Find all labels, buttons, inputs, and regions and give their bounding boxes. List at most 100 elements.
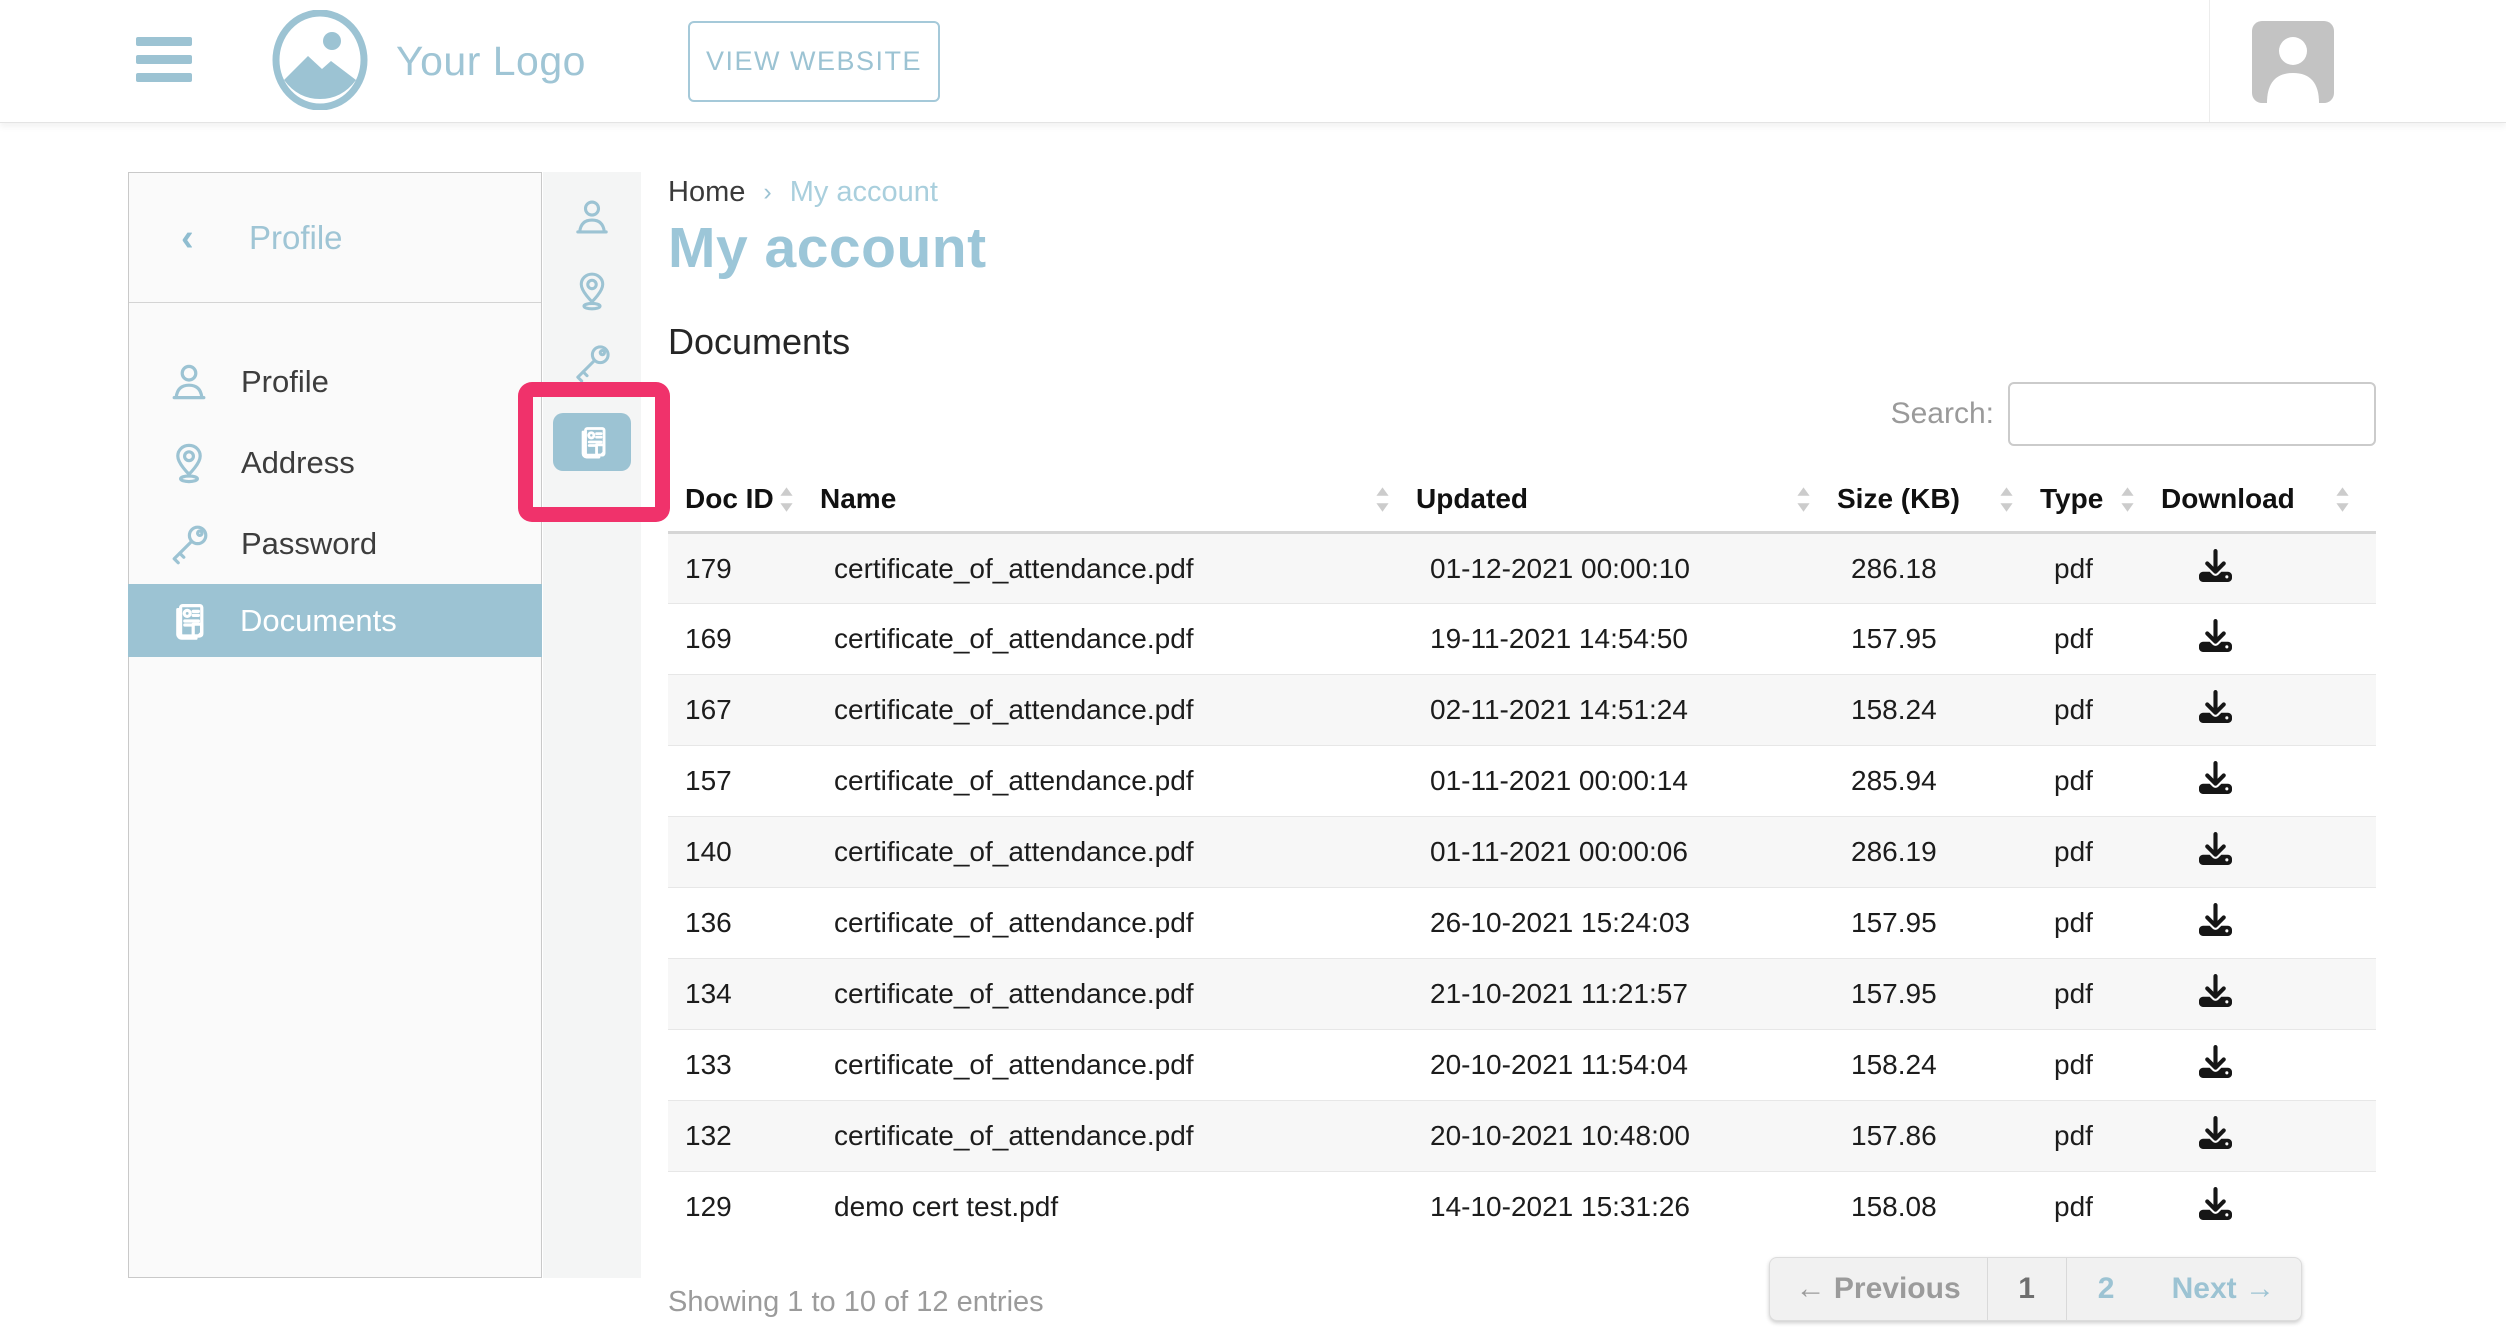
sort-icon[interactable] <box>779 487 794 512</box>
doc-size-cell: 157.95 <box>1837 959 2040 1030</box>
documents-table: Doc ID Name Updated <box>668 471 2376 1243</box>
person-icon[interactable] <box>569 194 615 240</box>
table-row[interactable]: 133 certificate_of_attendance.pdf 20-10-… <box>668 1030 2376 1101</box>
pagination-previous-button[interactable]: ← Previous <box>1770 1258 1988 1320</box>
doc-id-cell: 140 <box>668 817 820 888</box>
doc-type-cell: pdf <box>2040 1172 2161 1243</box>
download-icon[interactable] <box>2199 1045 2232 1078</box>
download-icon[interactable] <box>2199 690 2232 723</box>
table-body: 179 certificate_of_attendance.pdf 01-12-… <box>668 533 2376 1243</box>
column-header-name[interactable]: Name <box>820 471 1416 533</box>
hamburger-menu-icon[interactable] <box>136 37 192 87</box>
sidebar-item-password[interactable]: Password <box>129 503 541 584</box>
doc-name-cell: certificate_of_attendance.pdf <box>820 888 1416 959</box>
doc-download-cell <box>2161 1030 2376 1101</box>
location-icon <box>165 439 213 487</box>
download-icon[interactable] <box>2199 761 2232 794</box>
sidebar-item-documents[interactable]: Documents <box>128 584 542 657</box>
sidebar-item-profile[interactable]: Profile <box>129 341 541 422</box>
key-icon[interactable] <box>569 340 615 386</box>
sidebar-items: Profile Address Password <box>129 303 541 657</box>
pagination-page-button[interactable]: 1 <box>1988 1258 2067 1320</box>
documents-rail-icon[interactable] <box>553 413 631 471</box>
doc-name-cell: certificate_of_attendance.pdf <box>820 604 1416 675</box>
sidebar-item-address[interactable]: Address <box>129 422 541 503</box>
table-row[interactable]: 129 demo cert test.pdf 14-10-2021 15:31:… <box>668 1172 2376 1243</box>
table-footer: Showing 1 to 10 of 12 entries ← Previous… <box>668 1257 2376 1321</box>
table-row[interactable]: 167 certificate_of_attendance.pdf 02-11-… <box>668 675 2376 746</box>
sort-icon[interactable] <box>1796 487 1811 512</box>
back-chevron-icon[interactable]: ‹ <box>181 173 194 303</box>
doc-updated-cell: 26-10-2021 15:24:03 <box>1416 888 1837 959</box>
breadcrumb: Home › My account <box>668 176 2376 209</box>
download-icon[interactable] <box>2199 832 2232 865</box>
table-row[interactable]: 169 certificate_of_attendance.pdf 19-11-… <box>668 604 2376 675</box>
showing-entries-text: Showing 1 to 10 of 12 entries <box>668 1286 1044 1321</box>
doc-download-cell <box>2161 533 2376 604</box>
search-input[interactable] <box>2008 382 2376 446</box>
doc-download-cell <box>2161 888 2376 959</box>
doc-name-cell: certificate_of_attendance.pdf <box>820 817 1416 888</box>
column-header-updated[interactable]: Updated <box>1416 471 1837 533</box>
location-icon[interactable] <box>569 268 615 314</box>
doc-type-cell: pdf <box>2040 746 2161 817</box>
doc-size-cell: 158.24 <box>1837 675 2040 746</box>
table-header-row: Doc ID Name Updated <box>668 471 2376 533</box>
doc-updated-cell: 01-11-2021 00:00:06 <box>1416 817 1837 888</box>
doc-size-cell: 157.86 <box>1837 1101 2040 1172</box>
table-row[interactable]: 179 certificate_of_attendance.pdf 01-12-… <box>668 533 2376 604</box>
sidebar-item-label: Address <box>241 445 355 481</box>
column-header-size[interactable]: Size (KB) <box>1837 471 2040 533</box>
doc-type-cell: pdf <box>2040 959 2161 1030</box>
pagination-next-button[interactable]: Next → <box>2146 1258 2301 1320</box>
doc-id-cell: 132 <box>668 1101 820 1172</box>
download-icon[interactable] <box>2199 549 2232 582</box>
doc-id-cell: 134 <box>668 959 820 1030</box>
table-row[interactable]: 136 certificate_of_attendance.pdf 26-10-… <box>668 888 2376 959</box>
sort-icon[interactable] <box>2335 487 2350 512</box>
sidebar-item-label: Documents <box>240 603 397 639</box>
table-row[interactable]: 157 certificate_of_attendance.pdf 01-11-… <box>668 746 2376 817</box>
table-row[interactable]: 134 certificate_of_attendance.pdf 21-10-… <box>668 959 2376 1030</box>
doc-name-cell: certificate_of_attendance.pdf <box>820 746 1416 817</box>
column-header-type[interactable]: Type <box>2040 471 2161 533</box>
doc-type-cell: pdf <box>2040 604 2161 675</box>
doc-download-cell <box>2161 675 2376 746</box>
sort-icon[interactable] <box>1375 487 1390 512</box>
doc-size-cell: 286.18 <box>1837 533 2040 604</box>
doc-download-cell <box>2161 1172 2376 1243</box>
download-icon[interactable] <box>2199 974 2232 1007</box>
table-row[interactable]: 132 certificate_of_attendance.pdf 20-10-… <box>668 1101 2376 1172</box>
doc-download-cell <box>2161 817 2376 888</box>
header-divider <box>2209 0 2210 122</box>
column-label: Name <box>820 483 896 515</box>
download-icon[interactable] <box>2199 903 2232 936</box>
download-icon[interactable] <box>2199 1116 2232 1149</box>
column-label: Doc ID <box>685 483 774 515</box>
breadcrumb-current-link[interactable]: My account <box>790 176 938 209</box>
logo-image-icon[interactable] <box>270 10 370 112</box>
person-icon <box>165 358 213 406</box>
doc-size-cell: 158.24 <box>1837 1030 2040 1101</box>
column-header-doc-id[interactable]: Doc ID <box>668 471 820 533</box>
main-content: Home › My account My account Documents S… <box>668 176 2376 1321</box>
doc-type-cell: pdf <box>2040 888 2161 959</box>
sort-icon[interactable] <box>1999 487 2014 512</box>
column-header-download[interactable]: Download <box>2161 471 2376 533</box>
section-title: Documents <box>668 321 2376 363</box>
collapsed-icon-rail <box>543 172 641 1278</box>
breadcrumb-home-link[interactable]: Home <box>668 176 745 209</box>
doc-type-cell: pdf <box>2040 1030 2161 1101</box>
sort-icon[interactable] <box>2120 487 2135 512</box>
sidebar-header-label[interactable]: Profile <box>249 173 343 303</box>
doc-size-cell: 157.95 <box>1837 888 2040 959</box>
table-row[interactable]: 140 certificate_of_attendance.pdf 01-11-… <box>668 817 2376 888</box>
doc-name-cell: demo cert test.pdf <box>820 1172 1416 1243</box>
download-icon[interactable] <box>2199 1187 2232 1220</box>
user-avatar[interactable] <box>2252 21 2334 103</box>
download-icon[interactable] <box>2199 619 2232 652</box>
doc-id-cell: 136 <box>668 888 820 959</box>
doc-type-cell: pdf <box>2040 817 2161 888</box>
pagination-page-button[interactable]: 2 <box>2067 1258 2146 1320</box>
view-website-button[interactable]: VIEW WEBSITE <box>688 21 940 102</box>
